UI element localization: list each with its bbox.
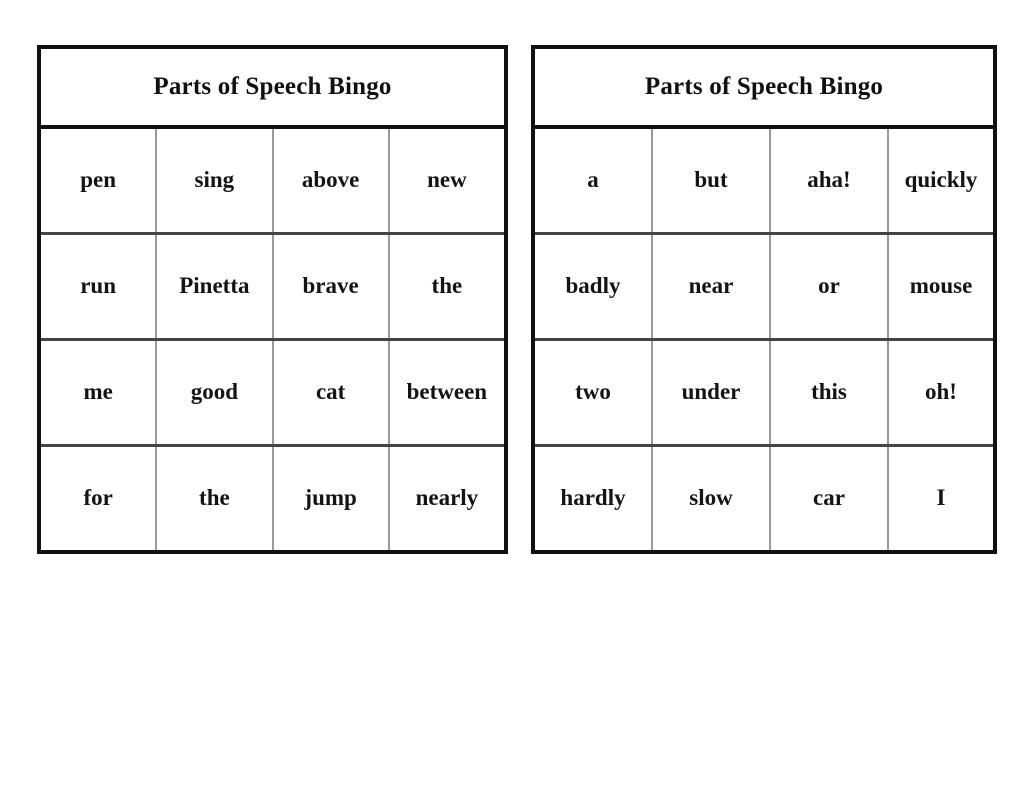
bingo-cell-text: good <box>190 379 239 405</box>
page-title: Parts of Speech Bingo <box>644 73 884 101</box>
bingo-cell-text: Pinetta <box>179 273 250 299</box>
bingo-cell-text: brave <box>302 273 359 299</box>
bingo-cell[interactable]: two <box>535 341 653 444</box>
bingo-cell-text: badly <box>565 273 621 299</box>
bingo-cell-text: a <box>587 167 599 193</box>
table-row: pen sing above new <box>41 129 504 235</box>
bingo-cell-text: under <box>681 379 741 405</box>
bingo-card-right: Parts of Speech Bingo a but aha! quickly… <box>531 45 997 554</box>
table-row: me good cat between <box>41 341 504 447</box>
table-row: for the jump nearly <box>41 447 504 550</box>
bingo-cell-text: cat <box>315 379 346 405</box>
bingo-cell-text: the <box>199 485 230 511</box>
table-row: a but aha! quickly <box>535 129 993 235</box>
bingo-worksheet-page: Parts of Speech Bingo pen sing above new… <box>0 0 1024 793</box>
bingo-cell-text: mouse <box>909 273 973 299</box>
card-title-row-right: Parts of Speech Bingo <box>535 49 993 129</box>
bingo-cell-text: oh! <box>925 379 957 405</box>
bingo-cell-text: the <box>431 273 463 299</box>
bingo-cell[interactable]: me <box>41 341 158 444</box>
bingo-cell-text: car <box>813 485 845 511</box>
bingo-cell[interactable]: jump <box>274 447 390 550</box>
bingo-cell[interactable]: nearly <box>390 447 504 550</box>
bingo-cell-text: aha! <box>807 167 851 193</box>
page-title: Parts of Speech Bingo <box>153 73 392 101</box>
bingo-cell[interactable]: hardly <box>535 447 653 550</box>
bingo-cell[interactable]: quickly <box>889 129 993 232</box>
bingo-cell-text: for <box>83 485 113 511</box>
bingo-cell[interactable]: near <box>653 235 771 338</box>
table-row: badly near or mouse <box>535 235 993 341</box>
bingo-cell[interactable]: the <box>390 235 504 338</box>
bingo-cell[interactable]: for <box>41 447 158 550</box>
bingo-cell[interactable]: slow <box>653 447 771 550</box>
bingo-cell[interactable]: this <box>771 341 889 444</box>
bingo-cell[interactable]: between <box>390 341 504 444</box>
card-title-row-left: Parts of Speech Bingo <box>41 49 504 129</box>
bingo-cell[interactable]: sing <box>157 129 274 232</box>
bingo-grid-right: a but aha! quickly badly near or mouse t… <box>535 129 993 550</box>
bingo-cell-text: two <box>575 379 611 405</box>
bingo-cell[interactable]: Pinetta <box>157 235 274 338</box>
bingo-grid-left: pen sing above new run Pinetta brave the… <box>41 129 504 550</box>
bingo-cell[interactable]: pen <box>41 129 158 232</box>
bingo-cell-text: run <box>80 273 117 299</box>
bingo-cards-container: Parts of Speech Bingo pen sing above new… <box>37 45 997 555</box>
bingo-cell[interactable]: car <box>771 447 889 550</box>
bingo-cell-text: above <box>301 167 360 193</box>
bingo-cell[interactable]: mouse <box>889 235 993 338</box>
bingo-cell-text: pen <box>80 167 117 193</box>
bingo-cell[interactable]: under <box>653 341 771 444</box>
bingo-cell[interactable]: run <box>41 235 158 338</box>
bingo-cell[interactable]: aha! <box>771 129 889 232</box>
bingo-cell[interactable]: I <box>889 447 993 550</box>
bingo-cell-text: I <box>936 485 946 511</box>
bingo-cell-text: slow <box>689 485 733 511</box>
bingo-cell-text: near <box>688 273 734 299</box>
bingo-cell[interactable]: but <box>653 129 771 232</box>
bingo-cell[interactable]: badly <box>535 235 653 338</box>
table-row: hardly slow car I <box>535 447 993 550</box>
bingo-cell[interactable]: cat <box>274 341 390 444</box>
bingo-cell[interactable]: brave <box>274 235 390 338</box>
bingo-cell-text: nearly <box>415 485 479 511</box>
bingo-cell-text: sing <box>194 167 235 193</box>
bingo-cell-text: or <box>818 273 840 299</box>
bingo-cell-text: this <box>811 379 847 405</box>
bingo-cell[interactable]: oh! <box>889 341 993 444</box>
table-row: run Pinetta brave the <box>41 235 504 341</box>
bingo-cell[interactable]: good <box>157 341 274 444</box>
bingo-cell[interactable]: new <box>390 129 504 232</box>
bingo-cell[interactable]: or <box>771 235 889 338</box>
bingo-cell[interactable]: the <box>157 447 274 550</box>
bingo-card-left: Parts of Speech Bingo pen sing above new… <box>37 45 508 554</box>
bingo-cell-text: me <box>83 379 113 405</box>
bingo-cell-text: quickly <box>904 167 978 193</box>
bingo-cell-text: jump <box>304 485 357 511</box>
table-row: two under this oh! <box>535 341 993 447</box>
bingo-cell[interactable]: a <box>535 129 653 232</box>
bingo-cell[interactable]: above <box>274 129 390 232</box>
bingo-cell-text: new <box>427 167 467 193</box>
bingo-cell-text: between <box>406 379 488 405</box>
bingo-cell-text: but <box>694 167 728 193</box>
bingo-cell-text: hardly <box>560 485 626 511</box>
